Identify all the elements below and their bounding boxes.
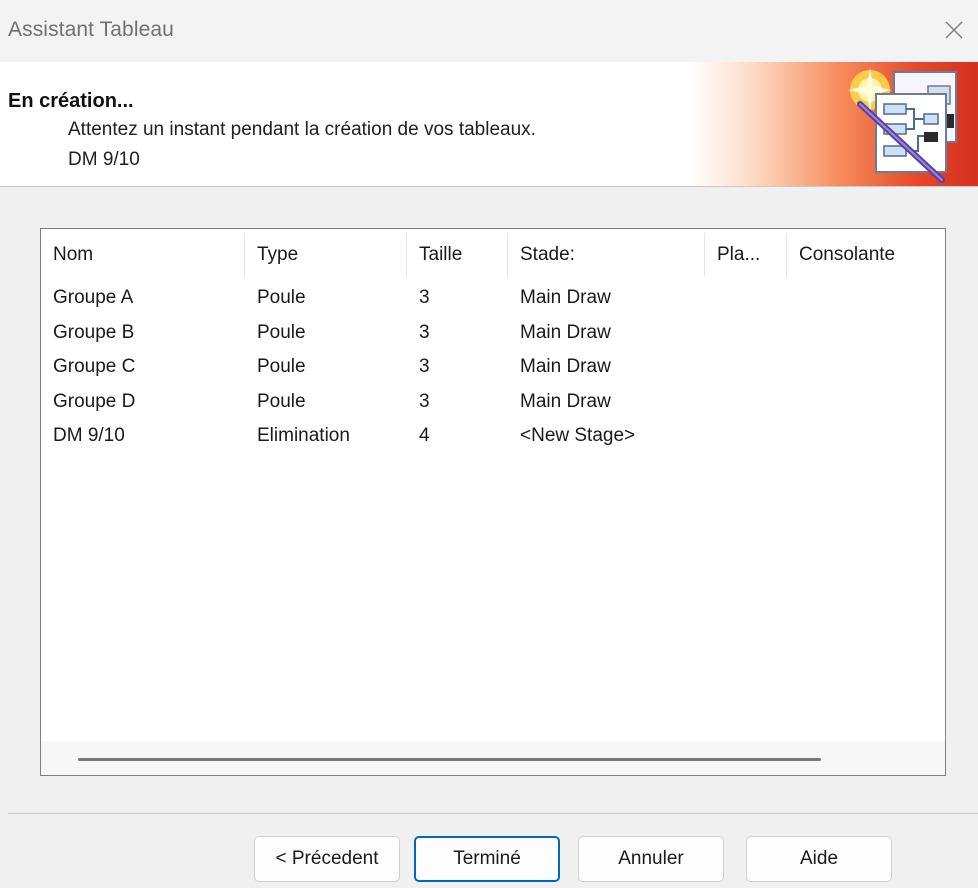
cell-placement bbox=[705, 350, 787, 384]
table-row[interactable]: Groupe C Poule 3 Main Draw bbox=[41, 350, 945, 384]
cell-name: DM 9/10 bbox=[53, 425, 125, 446]
cell-name: Groupe D bbox=[53, 390, 136, 412]
cell-placement bbox=[705, 281, 787, 315]
cell-placement bbox=[705, 385, 787, 419]
table-row[interactable]: Groupe B Poule 3 Main Draw bbox=[41, 316, 945, 350]
column-header-stage[interactable]: Stade: bbox=[508, 229, 705, 281]
cell-stage: Main Draw bbox=[520, 321, 611, 343]
current-draw-name: DM 9/10 bbox=[68, 149, 140, 170]
window-title: Assistant Tableau bbox=[8, 18, 174, 41]
cell-consolation bbox=[787, 419, 945, 453]
close-icon bbox=[945, 21, 963, 39]
horizontal-scrollbar[interactable] bbox=[41, 741, 945, 775]
cell-stage: Main Draw bbox=[520, 287, 611, 308]
cell-consolation bbox=[787, 350, 945, 384]
cell-placement bbox=[705, 419, 787, 453]
cell-type: Poule bbox=[257, 321, 306, 343]
column-header-type[interactable]: Type bbox=[245, 229, 407, 281]
cell-type: Elimination bbox=[257, 425, 350, 446]
cell-name: Groupe B bbox=[53, 321, 135, 343]
column-header-name[interactable]: Nom bbox=[41, 229, 245, 281]
cell-type: Poule bbox=[257, 287, 306, 308]
cell-stage: Main Draw bbox=[520, 390, 611, 412]
header-title: En création... bbox=[8, 90, 134, 112]
wizard-window: Assistant Tableau En création... Attente… bbox=[0, 0, 978, 888]
title-bar: Assistant Tableau bbox=[0, 0, 978, 62]
cell-size: 4 bbox=[419, 425, 430, 446]
wizard-footer: < Précedent Terminé Annuler Aide bbox=[0, 814, 978, 888]
cell-size: 3 bbox=[419, 321, 430, 343]
wizard-header: En création... Attentez un instant penda… bbox=[0, 62, 978, 187]
table-row[interactable]: DM 9/10 Elimination 4 <New Stage> bbox=[41, 419, 945, 453]
cell-consolation bbox=[787, 281, 945, 315]
table-row[interactable]: Groupe A Poule 3 Main Draw bbox=[41, 281, 945, 315]
column-header-consolation[interactable]: Consolante bbox=[787, 229, 945, 281]
draws-list-view[interactable]: Nom Type Taille Stade: Pla... Consolante… bbox=[40, 228, 946, 776]
cell-stage: Main Draw bbox=[520, 356, 611, 377]
scrollbar-thumb[interactable] bbox=[78, 758, 821, 761]
cell-consolation bbox=[787, 316, 945, 350]
header-banner bbox=[690, 62, 978, 186]
finish-button[interactable]: Terminé bbox=[414, 836, 560, 882]
cell-placement bbox=[705, 316, 787, 350]
column-header-size[interactable]: Taille bbox=[407, 229, 508, 281]
wizard-content: Nom Type Taille Stade: Pla... Consolante… bbox=[0, 188, 978, 813]
cell-size: 3 bbox=[419, 390, 430, 412]
bracket-wizard-icon bbox=[848, 68, 957, 183]
cell-type: Poule bbox=[257, 356, 306, 377]
cell-name: Groupe A bbox=[53, 287, 134, 308]
cell-stage: <New Stage> bbox=[520, 425, 636, 446]
cell-size: 3 bbox=[419, 287, 430, 308]
previous-button[interactable]: < Précedent bbox=[254, 836, 400, 882]
cell-consolation bbox=[787, 385, 945, 419]
help-button[interactable]: Aide bbox=[746, 836, 892, 882]
list-header: Nom Type Taille Stade: Pla... Consolante bbox=[41, 229, 945, 281]
column-header-placement[interactable]: Pla... bbox=[705, 229, 787, 281]
cell-size: 3 bbox=[419, 356, 430, 377]
cell-type: Poule bbox=[257, 390, 306, 412]
table-row[interactable]: Groupe D Poule 3 Main Draw bbox=[41, 385, 945, 419]
close-button[interactable] bbox=[930, 8, 978, 52]
header-subtitle: Attentez un instant pendant la création … bbox=[68, 119, 536, 140]
cell-name: Groupe C bbox=[53, 356, 136, 377]
cancel-button[interactable]: Annuler bbox=[578, 836, 724, 882]
